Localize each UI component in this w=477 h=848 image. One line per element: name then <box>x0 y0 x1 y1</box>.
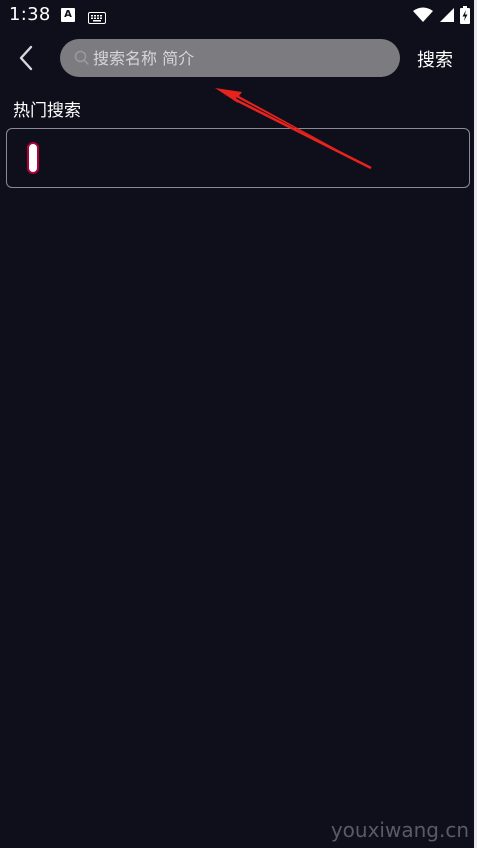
search-button[interactable]: 搜索 <box>417 46 453 72</box>
chevron-left-icon <box>19 45 33 71</box>
hot-search-list <box>6 128 470 188</box>
text-cursor-handle <box>27 142 39 174</box>
signal-icon <box>439 7 454 27</box>
search-box[interactable] <box>60 39 400 77</box>
hot-search-title: 热门搜索 <box>13 101 81 121</box>
status-right-icons <box>413 6 470 28</box>
back-button[interactable] <box>12 44 40 72</box>
wifi-icon <box>413 7 433 27</box>
search-input[interactable] <box>93 39 383 77</box>
status-bar: 1:38 A <box>0 0 477 32</box>
watermark: youxiwang.cn <box>330 818 469 842</box>
battery-charging-icon <box>460 6 470 28</box>
search-icon <box>74 50 89 69</box>
search-screen: 1:38 A 搜索名称 简介 搜索 热门搜索 youxiwang.cn <box>0 0 477 848</box>
text-a-icon: A <box>61 8 75 22</box>
keyboard-icon <box>88 9 106 28</box>
status-time: 1:38 <box>9 4 51 25</box>
